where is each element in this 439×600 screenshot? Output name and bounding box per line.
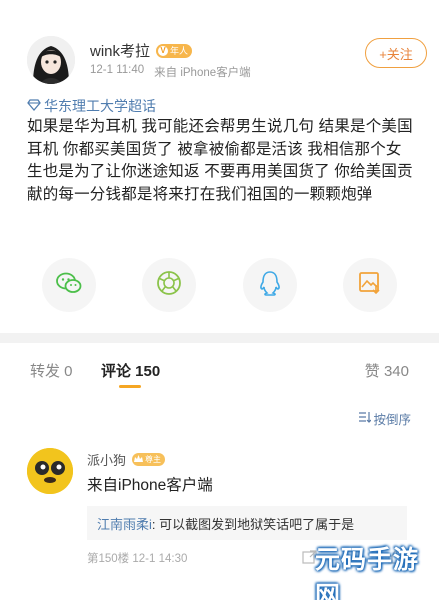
commenter-row: 派小狗 尊主 — [87, 450, 166, 469]
active-tab-indicator — [119, 385, 141, 388]
save-image-icon — [358, 271, 382, 300]
reply-author[interactable]: 江南雨柔i — [97, 514, 152, 533]
qq-icon — [259, 270, 281, 301]
post-source: 来自 iPhone客户端 — [154, 67, 251, 79]
moments-icon — [156, 270, 182, 301]
follow-button[interactable]: +关注 — [365, 38, 427, 68]
topic-label: 华东理工大学超话 — [44, 98, 156, 114]
crown-icon — [134, 454, 144, 465]
commenter-avatar[interactable] — [27, 448, 73, 494]
share-qq-button[interactable] — [242, 258, 297, 312]
commenter-name[interactable]: 派小狗 — [87, 450, 126, 469]
vip-badge-label: 年人 — [170, 46, 189, 56]
username[interactable]: wink考拉 — [90, 40, 150, 61]
diamond-icon — [27, 98, 41, 114]
reply-text: : 可以截图发到地狱笑话吧了属于是 — [151, 516, 355, 532]
vip-badge: V 年人 — [156, 43, 193, 58]
share-wechat-button[interactable] — [42, 258, 96, 312]
save-image-button[interactable] — [342, 258, 397, 312]
sort-icon — [358, 411, 372, 426]
commenter-badge-label: 尊主 — [145, 455, 162, 464]
section-divider — [0, 333, 439, 343]
username-row: wink考拉 V 年人 — [90, 40, 193, 61]
comment-floor: 第150楼 12-1 14:30 — [87, 553, 188, 565]
share-row — [27, 258, 412, 314]
tab-comment[interactable]: 评论 150 — [101, 360, 160, 381]
wechat-icon — [55, 271, 83, 300]
post-meta: 12-1 11:40 来自 iPhone客户端 — [90, 64, 251, 80]
avatar[interactable] — [27, 36, 75, 84]
tab-repost[interactable]: 转发 0 — [30, 360, 73, 381]
comment-text: 来自iPhone客户端 — [87, 477, 213, 494]
tab-like[interactable]: 赞 340 — [365, 360, 409, 381]
site-watermark: 元码手游网 — [315, 546, 420, 600]
sort-toggle[interactable]: 按倒序 — [358, 409, 411, 428]
topic-link[interactable]: 华东理工大学超话 — [27, 96, 156, 116]
post-header: wink考拉 V 年人 12-1 11:40 来自 iPhone客户端 +关注 — [27, 36, 427, 86]
post-time: 12-1 11:40 — [90, 64, 145, 76]
post-body: 如果是华为耳机 我可能还会帮男生说几句 结果是个美国耳机 你都买美国货了 被拿被… — [27, 118, 413, 203]
tab-bar: 转发 0 评论 150 赞 340 — [0, 343, 439, 393]
sort-label: 按倒序 — [373, 413, 411, 427]
commenter-badge: 尊主 — [132, 453, 166, 466]
vip-icon: V — [158, 45, 169, 56]
share-moments-button[interactable] — [142, 258, 197, 312]
comment-reply[interactable]: 江南雨柔i : 可以截图发到地狱笑话吧了属于是 — [87, 506, 407, 540]
